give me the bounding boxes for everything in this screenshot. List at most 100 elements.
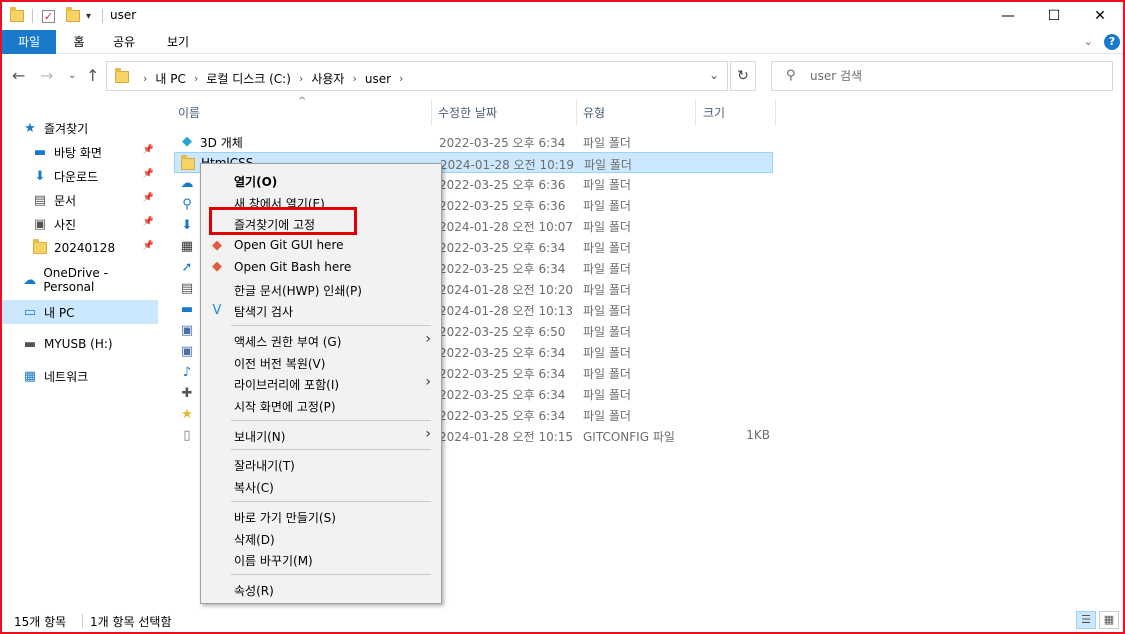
menu-item[interactable]: 즐겨찾기에 고정 — [203, 212, 439, 234]
file-type: 파일 폴더 — [583, 199, 631, 213]
menu-item[interactable]: 새 창에서 열기(E) — [203, 191, 439, 213]
close-button[interactable]: ✕ — [1077, 2, 1123, 30]
menu-item[interactable]: 시작 화면에 고정(P) — [203, 394, 439, 416]
favorites-icon: ★ — [181, 407, 193, 422]
context-menu: 열기(O) 새 창에서 열기(E) 즐겨찾기에 고정 ◆ Open Git GUI he… — [200, 163, 442, 604]
search-box[interactable]: ⚲ — [771, 61, 1113, 91]
nav-item[interactable]: ▭ 내 PC — [2, 300, 158, 324]
column-header-type[interactable]: 유형 — [583, 104, 605, 121]
pin-icon[interactable]: 📌 — [143, 217, 154, 227]
menu-item[interactable]: 복사(C) — [203, 475, 439, 497]
breadcrumb-user[interactable]: user — [365, 72, 391, 86]
breadcrumb-local-disk[interactable]: 로컬 디스크 (C:) — [206, 70, 291, 87]
tab-home[interactable]: 홈 — [64, 30, 94, 54]
up-arrow-icon[interactable]: ↑ — [86, 66, 99, 85]
breadcrumb-this-pc[interactable]: 내 PC — [155, 70, 185, 87]
menu-item[interactable]: 한글 문서(HWP) 인쇄(P) — [203, 278, 439, 300]
column-divider[interactable] — [695, 100, 696, 126]
nav-item[interactable]: ▬ MYUSB (H:) — [2, 332, 158, 356]
column-header-name[interactable]: 이름 — [178, 104, 200, 121]
menu-item[interactable]: ◆ Open Git Bash here — [203, 256, 439, 278]
details-view-icon[interactable]: ☰ — [1076, 611, 1096, 629]
forward-arrow-icon[interactable]: → — [40, 66, 53, 85]
back-arrow-icon[interactable]: ← — [12, 66, 25, 85]
nav-item[interactable]: ▦ 네트워크 — [2, 364, 158, 388]
expand-ribbon-chevron-icon[interactable]: ⌄ — [1084, 35, 1093, 48]
tab-file[interactable]: 파일 — [2, 30, 56, 54]
recent-locations-chevron-icon[interactable]: ⌄ — [68, 70, 76, 81]
menu-item[interactable]: 라이브러리에 포함(I) › — [203, 372, 439, 394]
file-row[interactable]: ◆ 3D 개체 2022-03-25 오후 6:34 파일 폴더 — [174, 131, 773, 152]
ribbon-tabs: 파일 홈 공유 보기 ⌄ ? — [2, 30, 1123, 54]
column-header-size[interactable]: 크기 — [703, 104, 725, 121]
pin-icon[interactable]: 📌 — [143, 169, 154, 179]
menu-item[interactable]: 보내기(N) › — [203, 424, 439, 446]
address-dropdown-chevron-icon[interactable]: ⌄ — [709, 68, 719, 82]
nav-item[interactable]: ▤ 문서 📌 — [2, 188, 158, 212]
file-date: 2022-03-25 오후 6:34 — [439, 136, 566, 150]
desktop-icon: ▬ — [180, 302, 194, 317]
menu-item-label: 새 창에서 열기(E) — [234, 196, 325, 211]
nav-item[interactable]: ▬ 바탕 화면 📌 — [2, 140, 158, 164]
column-divider[interactable] — [576, 100, 577, 126]
minimize-button[interactable]: — — [985, 2, 1031, 30]
tab-view[interactable]: 보기 — [160, 30, 196, 54]
breadcrumb-separator-icon[interactable]: › — [352, 72, 356, 85]
menu-item-label: 복사(C) — [234, 481, 274, 496]
large-icons-view-icon[interactable]: ▦ — [1099, 611, 1119, 629]
saved-games-icon: ✚ — [181, 386, 193, 401]
nav-item[interactable]: ⬇ 다운로드 📌 — [2, 164, 158, 188]
menu-item[interactable]: 삭제(D) — [203, 527, 439, 549]
status-item-count: 15개 항목 — [14, 615, 67, 629]
file-date: 2024-01-28 오전 10:15 — [439, 430, 574, 444]
breadcrumb-users[interactable]: 사용자 — [311, 70, 344, 87]
menu-item[interactable]: ◆ Open Git GUI here — [203, 234, 439, 256]
folder-icon — [32, 239, 48, 256]
file-name: 3D 개체 — [200, 136, 243, 150]
column-divider[interactable] — [431, 100, 432, 126]
nav-item[interactable]: ☁ OneDrive - Personal — [2, 266, 158, 294]
new-folder-icon[interactable] — [66, 7, 80, 25]
properties-icon[interactable]: ✓ — [42, 7, 55, 25]
menu-item[interactable]: 액세스 권한 부여 (G) › — [203, 329, 439, 351]
pin-icon[interactable]: 📌 — [143, 145, 154, 155]
file-date: 2022-03-25 오후 6:36 — [439, 178, 566, 192]
onedrive-icon: ☁ — [23, 272, 37, 288]
file-type: GITCONFIG 파일 — [583, 430, 675, 444]
status-selected-count: 1개 항목 선택함 — [90, 615, 172, 629]
nav-item[interactable]: ▣ 사진 📌 — [2, 212, 158, 236]
help-icon[interactable]: ? — [1104, 34, 1120, 50]
sort-ascending-caret-icon: ^ — [298, 96, 307, 107]
file-type: 파일 폴더 — [583, 241, 631, 255]
search-input[interactable] — [810, 67, 1100, 85]
menu-item-label: 라이브러리에 포함(I) — [234, 378, 340, 393]
customize-toolbar-chevron-icon[interactable]: ▾ — [86, 7, 91, 25]
nav-item-label: OneDrive - Personal — [43, 266, 108, 294]
file-date: 2022-03-25 오후 6:34 — [439, 346, 566, 360]
menu-item[interactable]: 열기(O) — [203, 169, 439, 191]
pin-icon[interactable]: 📌 — [143, 241, 154, 251]
menu-item-label: Open Git GUI here — [234, 238, 344, 253]
breadcrumb-separator-icon[interactable]: › — [399, 72, 403, 85]
title-bar: ✓ ▾ user — ☐ ✕ — [2, 2, 1123, 30]
file-type: 파일 폴더 — [583, 136, 631, 150]
tab-share[interactable]: 공유 — [106, 30, 142, 54]
menu-item[interactable]: 이전 버전 복원(V) — [203, 351, 439, 373]
menu-item[interactable]: 잘라내기(T) — [203, 453, 439, 475]
maximize-button[interactable]: ☐ — [1031, 2, 1077, 30]
breadcrumb-separator-icon[interactable]: › — [194, 72, 198, 85]
menu-item[interactable]: 이름 바꾸기(M) — [203, 548, 439, 570]
menu-item[interactable]: 바로 가기 만들기(S) — [203, 505, 439, 527]
nav-item-label: 사진 — [54, 217, 77, 232]
breadcrumb-separator-icon[interactable]: › — [299, 72, 303, 85]
menu-item[interactable]: V 탐색기 검사 — [203, 299, 439, 321]
pin-icon[interactable]: 📌 — [143, 193, 154, 203]
column-header-date[interactable]: 수정한 날짜 — [438, 104, 497, 121]
address-folder-icon — [115, 68, 129, 83]
nav-item[interactable]: ★ 즐겨찾기 — [2, 116, 158, 140]
address-bar[interactable]: › 내 PC › 로컬 디스크 (C:) › 사용자 › user › ⌄ — [106, 61, 728, 91]
refresh-button[interactable]: ↻ — [730, 61, 756, 91]
nav-item[interactable]: 20240128 📌 — [2, 236, 158, 260]
column-divider[interactable] — [775, 100, 776, 126]
menu-item[interactable]: 속성(R) — [203, 578, 439, 600]
